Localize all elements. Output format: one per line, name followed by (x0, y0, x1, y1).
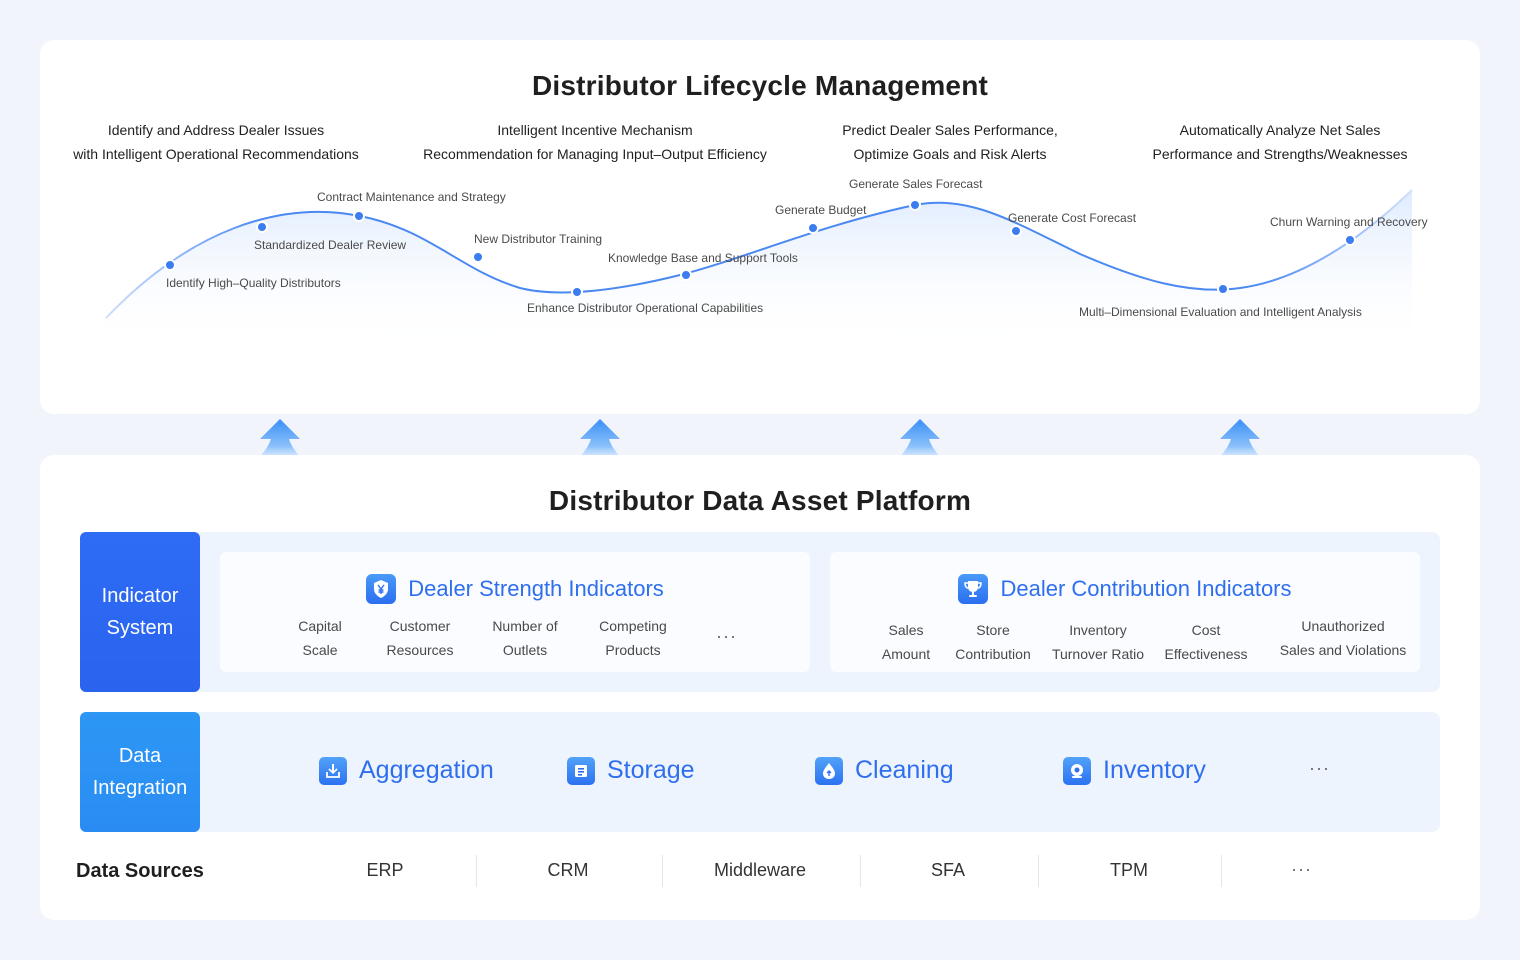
data-integration-label: Data Integration (80, 712, 200, 832)
storage-icon (567, 756, 595, 785)
lifecycle-card: Distributor Lifecycle Management Identif… (40, 40, 1480, 414)
more-data-sources[interactable]: ··· (1291, 859, 1312, 880)
yen-shield-icon (366, 574, 397, 604)
milestone-label: Identify High–Quality Distributors (166, 276, 341, 290)
integration-inventory[interactable]: Inventory (1063, 756, 1206, 785)
milestone-dot (472, 251, 484, 263)
platform-card: Distributor Data Asset Platform Indicato… (40, 455, 1480, 920)
indicator-item: Sales Amount (881, 622, 931, 662)
inventory-icon (1063, 756, 1091, 785)
indicator-item: Capital Scale (298, 618, 342, 658)
indicator-item: Unauthorized Sales and Violations (1279, 618, 1407, 658)
more-indicators[interactable]: ··· (716, 626, 737, 647)
milestone-dot (1010, 225, 1022, 237)
indicator-item: Store Contribution (955, 622, 1031, 662)
source-divider (1038, 855, 1039, 887)
more-integration[interactable]: ··· (1309, 758, 1330, 779)
milestone-label: Multi–Dimensional Evaluation and Intelli… (1079, 305, 1362, 319)
dealer-contribution-title: Dealer Contribution Indicators (830, 574, 1420, 604)
milestone-label: Generate Cost Forecast (1008, 211, 1137, 225)
data-source-tpm[interactable]: TPM (1089, 860, 1169, 881)
indicator-system-row: Indicator System Dealer Strength Indicat… (80, 532, 1440, 692)
source-divider (476, 855, 477, 887)
milestone-label: Generate Budget (775, 203, 867, 217)
integration-cleaning[interactable]: Cleaning (815, 756, 954, 785)
lifecycle-wave: Identify High–Quality Distributors Stand… (105, 177, 1428, 350)
milestone-dot (164, 259, 176, 271)
wave-area (106, 190, 1412, 350)
milestone-label: Enhance Distributor Operational Capabili… (527, 301, 763, 315)
data-integration-row: Data Integration Aggregation Storage Cle… (80, 712, 1440, 832)
indicator-item: Cost Effectiveness (1164, 622, 1248, 662)
milestone-label: New Distributor Training (474, 232, 602, 246)
integration-storage[interactable]: Storage (567, 756, 695, 785)
dealer-contribution-box: Dealer Contribution Indicators Sales Amo… (830, 552, 1420, 672)
data-sources-label: Data Sources (76, 860, 204, 882)
milestone-label: Contract Maintenance and Strategy (317, 190, 506, 204)
trophy-icon (958, 574, 989, 604)
milestone-dot (256, 221, 268, 233)
dealer-strength-box: Dealer Strength Indicators Capital Scale… (220, 552, 810, 672)
milestone-label: Generate Sales Forecast (849, 177, 983, 191)
milestone-dot (571, 286, 583, 298)
cleaning-icon (815, 756, 843, 785)
aggregation-icon (319, 756, 347, 785)
dealer-strength-title: Dealer Strength Indicators (220, 574, 810, 604)
milestone-dot (1344, 234, 1356, 246)
milestone-dot (909, 199, 921, 211)
milestone-label: Standardized Dealer Review (254, 238, 406, 252)
data-source-erp[interactable]: ERP (345, 860, 425, 881)
source-divider (860, 855, 861, 887)
data-source-sfa[interactable]: SFA (908, 860, 988, 881)
milestone-label: Churn Warning and Recovery (1270, 215, 1428, 229)
milestone-dot (353, 210, 365, 222)
source-divider (1221, 855, 1222, 887)
source-divider (662, 855, 663, 887)
indicator-item: Customer Resources (386, 618, 454, 658)
milestone-dot (680, 269, 692, 281)
milestone-dot (807, 222, 819, 234)
indicator-system-label: Indicator System (80, 532, 200, 692)
indicator-item: Competing Products (599, 618, 667, 658)
data-source-crm[interactable]: CRM (528, 860, 608, 881)
platform-title: Distributor Data Asset Platform (548, 485, 972, 516)
indicator-item: Number of Outlets (492, 618, 558, 658)
integration-aggregation[interactable]: Aggregation (319, 756, 494, 785)
milestone-label: Knowledge Base and Support Tools (608, 251, 798, 265)
indicator-item: Inventory Turnover Ratio (1051, 622, 1145, 662)
data-source-middleware[interactable]: Middleware (700, 860, 820, 881)
milestone-dot (1217, 283, 1229, 295)
